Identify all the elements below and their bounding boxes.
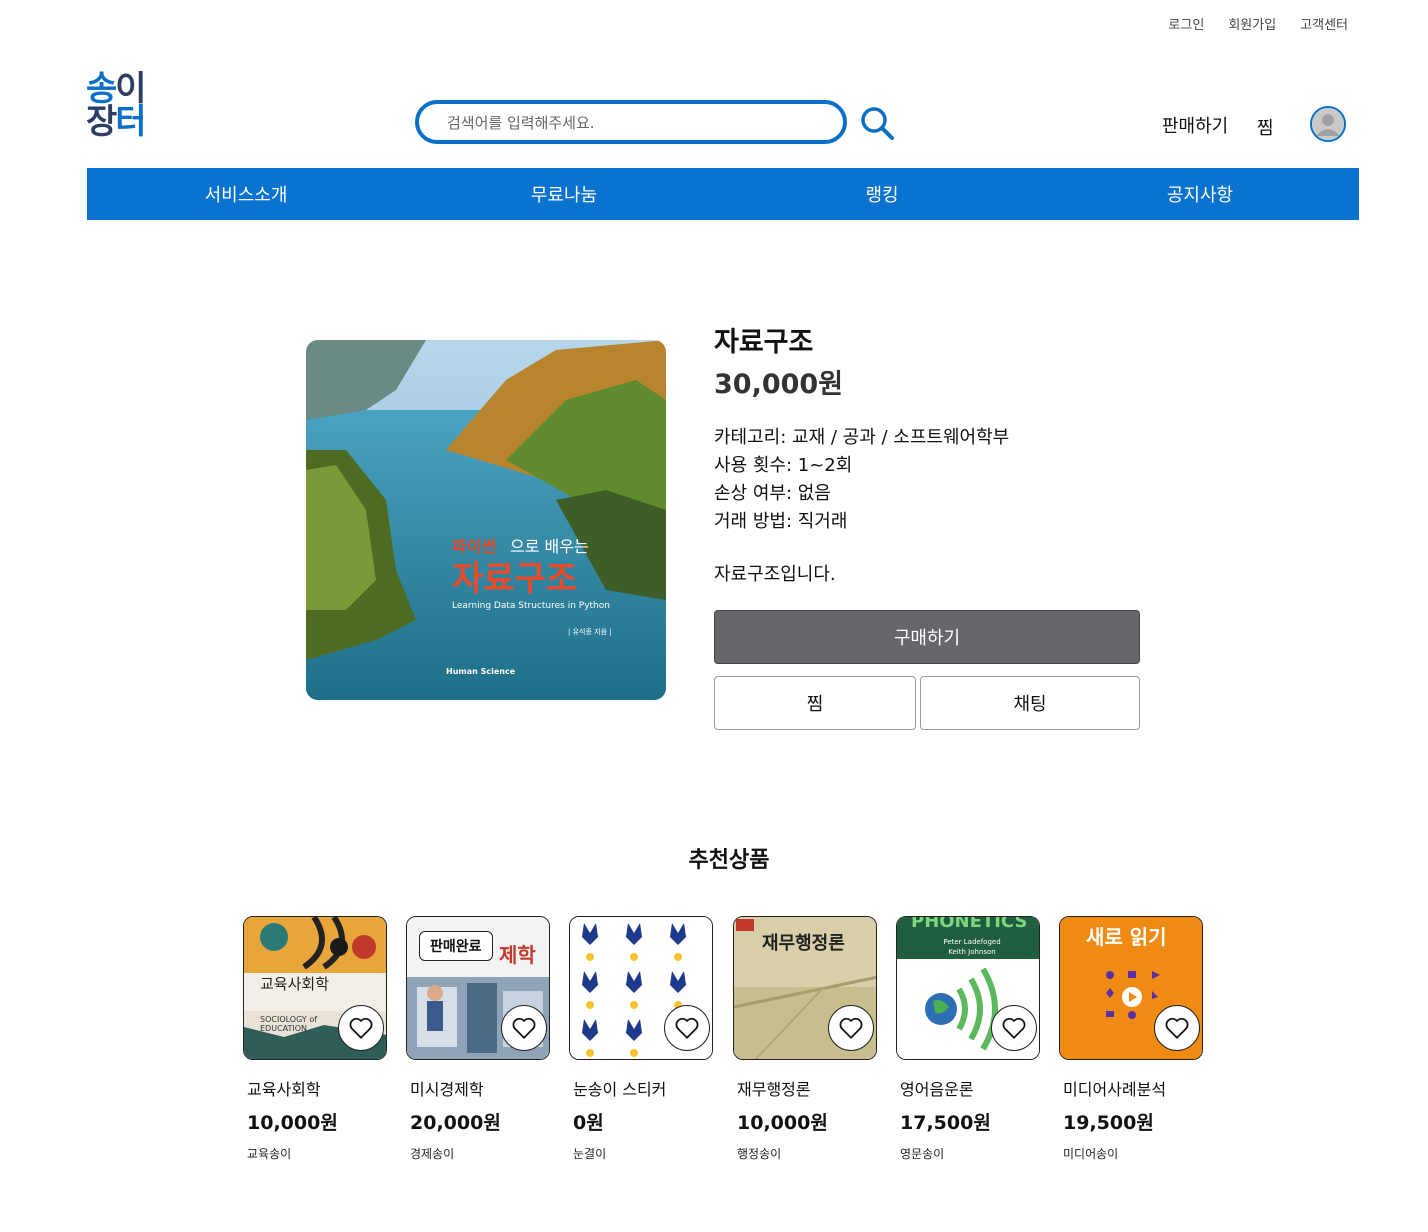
signup-link[interactable]: 회원가입 <box>1228 14 1276 33</box>
product-thumbnail[interactable]: 제학 판매완료 <box>406 916 550 1060</box>
card-name: 재무행정론 <box>737 1080 811 1099</box>
card-name: 교육사회학 <box>247 1080 321 1099</box>
card-name: 영어음운론 <box>900 1080 974 1099</box>
cover-title-main: 자료구조 <box>452 559 577 599</box>
card-seller: 눈결이 <box>573 1147 607 1161</box>
card-price: 10,000원 <box>737 1112 828 1134</box>
card-seller: 경제송이 <box>410 1147 455 1161</box>
card-name: 눈송이 스티커 <box>573 1080 667 1099</box>
login-link[interactable]: 로그인 <box>1168 14 1204 33</box>
logo[interactable]: 송이 장터 <box>86 72 152 139</box>
logo-char: 장 <box>86 102 117 142</box>
product-card[interactable]: 교육사회학 SOCIOLOGY of EDUCATION 교육사회학 10,00… <box>243 916 389 1162</box>
card-price: 19,500원 <box>1063 1112 1154 1134</box>
card-seller: 교육송이 <box>247 1147 292 1161</box>
heart-icon <box>349 1017 373 1039</box>
heart-icon <box>675 1017 699 1039</box>
heart-icon <box>1165 1017 1189 1039</box>
heart-button[interactable] <box>828 1005 874 1051</box>
nav-item-ranking[interactable]: 랭킹 <box>723 168 1041 220</box>
utility-links: 로그인 회원가입 고객센터 <box>1168 14 1348 33</box>
heart-button[interactable] <box>338 1005 384 1051</box>
wishlist-link[interactable]: 찜 <box>1257 114 1274 140</box>
product-damage: 손상 여부: 없음 <box>714 483 831 504</box>
heart-button[interactable] <box>1154 1005 1200 1051</box>
heart-icon <box>512 1017 536 1039</box>
cover-subtitle: SOCIOLOGY of EDUCATION <box>260 1015 318 1033</box>
cover-title: 제학 <box>499 943 536 967</box>
heart-button[interactable] <box>664 1005 710 1051</box>
cover-publisher: Human Science <box>446 667 516 676</box>
cover-author: | 유석종 지음 | <box>568 627 612 636</box>
product-usage: 사용 횟수: 1~2회 <box>714 455 853 476</box>
product-card[interactable]: 새로 읽기 미디어사례분석 19,500원 미디어송이 <box>1059 916 1205 1162</box>
logo-char: 터 <box>115 102 146 142</box>
product-thumbnail[interactable]: PHONETICS Peter Ladefoged Keith Johnson <box>896 916 1040 1060</box>
cover-title-line: 으로 배우는 <box>510 537 589 556</box>
product-card[interactable]: 재무행정론 재무행정론 10,000원 행정송이 <box>733 916 879 1162</box>
user-icon <box>1312 108 1344 140</box>
nav-item-notice[interactable]: 공지사항 <box>1041 168 1359 220</box>
card-name: 미디어사례분석 <box>1063 1080 1167 1099</box>
card-seller: 영문송이 <box>900 1147 945 1161</box>
product-thumbnail[interactable]: 재무행정론 <box>733 916 877 1060</box>
chat-button[interactable]: 채팅 <box>920 676 1140 730</box>
card-name: 미시경제학 <box>410 1080 484 1099</box>
product-thumbnail[interactable] <box>569 916 713 1060</box>
wish-button[interactable]: 찜 <box>714 676 916 730</box>
cover-title: 교육사회학 <box>260 975 330 993</box>
sell-link[interactable]: 판매하기 <box>1162 112 1228 138</box>
customer-center-link[interactable]: 고객센터 <box>1300 14 1348 33</box>
heart-icon <box>839 1017 863 1039</box>
card-price: 0원 <box>573 1112 604 1134</box>
product-category: 카테고리: 교재 / 공과 / 소프트웨어학부 <box>714 427 1010 448</box>
heart-icon <box>1002 1017 1026 1039</box>
cover-subtitle: Peter Ladefoged Keith Johnson <box>943 938 1001 956</box>
avatar[interactable] <box>1310 106 1346 142</box>
product-description: 자료구조입니다. <box>714 564 836 585</box>
search-input[interactable] <box>445 104 829 142</box>
sold-out-badge: 판매완료 <box>419 931 493 961</box>
product-info: 카테고리: 교재 / 공과 / 소프트웨어학부 사용 횟수: 1~2회 손상 여… <box>714 424 1009 536</box>
cover-title-accent: 파이썬 <box>452 537 496 556</box>
card-price: 20,000원 <box>410 1112 501 1134</box>
product-thumbnail[interactable]: 새로 읽기 <box>1059 916 1203 1060</box>
cover-title: 재무행정론 <box>762 933 845 954</box>
search-box <box>415 100 847 144</box>
main-nav: 서비스소개 무료나눔 랭킹 공지사항 <box>87 168 1359 220</box>
product-thumbnail[interactable]: 교육사회학 SOCIOLOGY of EDUCATION <box>243 916 387 1060</box>
product-card[interactable]: 제학 판매완료 미시경제학 20,000원 경제송이 <box>406 916 552 1162</box>
card-price: 17,500원 <box>900 1112 991 1134</box>
cover-title: 새로 읽기 <box>1086 925 1167 949</box>
buy-button[interactable]: 구매하기 <box>714 610 1140 664</box>
nav-item-service-intro[interactable]: 서비스소개 <box>87 168 405 220</box>
card-seller: 행정송이 <box>737 1147 782 1161</box>
cover-title: PHONETICS <box>911 916 1028 932</box>
heart-button[interactable] <box>991 1005 1037 1051</box>
card-price: 10,000원 <box>247 1112 338 1134</box>
cover-subtitle: Learning Data Structures in Python <box>452 601 610 611</box>
nav-item-free-share[interactable]: 무료나눔 <box>405 168 723 220</box>
recommend-title: 추천상품 <box>688 848 770 873</box>
heart-button[interactable] <box>501 1005 547 1051</box>
product-trade-method: 거래 방법: 직거래 <box>714 511 848 532</box>
product-card[interactable]: 눈송이 스티커 0원 눈결이 <box>569 916 715 1162</box>
product-image: 파이썬 으로 배우는 자료구조 Learning Data Structures… <box>306 340 666 700</box>
search-button[interactable] <box>858 104 896 142</box>
product-price: 30,000원 <box>714 369 844 400</box>
product-card[interactable]: PHONETICS Peter Ladefoged Keith Johnson … <box>896 916 1042 1162</box>
card-seller: 미디어송이 <box>1063 1147 1119 1161</box>
product-title: 자료구조 <box>714 327 814 358</box>
search-icon <box>861 107 894 140</box>
